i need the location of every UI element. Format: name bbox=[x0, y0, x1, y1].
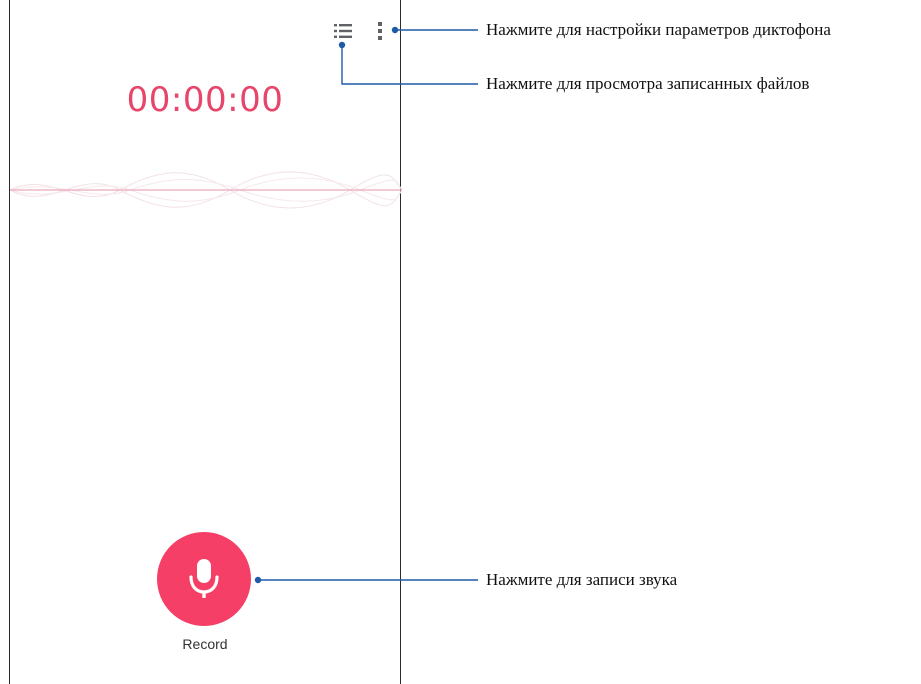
record-label: Record bbox=[182, 636, 228, 652]
phone-screen: 00:00:00 Record bbox=[9, 0, 402, 684]
files-callout-text: Нажмите для просмотра записанных файлов bbox=[486, 74, 810, 93]
waveform-visualizer bbox=[10, 171, 402, 209]
settings-callout-line bbox=[391, 26, 478, 34]
list-icon[interactable] bbox=[333, 22, 353, 40]
microphone-icon bbox=[189, 559, 219, 598]
settings-callout-text: Нажмите для настройки параметров диктофо… bbox=[486, 20, 831, 39]
more-vert-icon[interactable] bbox=[375, 20, 385, 42]
recording-timer: 00:00:00 bbox=[126, 80, 284, 120]
record-callout-text: Нажмите для записи звука bbox=[486, 570, 678, 589]
record-button[interactable] bbox=[157, 532, 251, 626]
